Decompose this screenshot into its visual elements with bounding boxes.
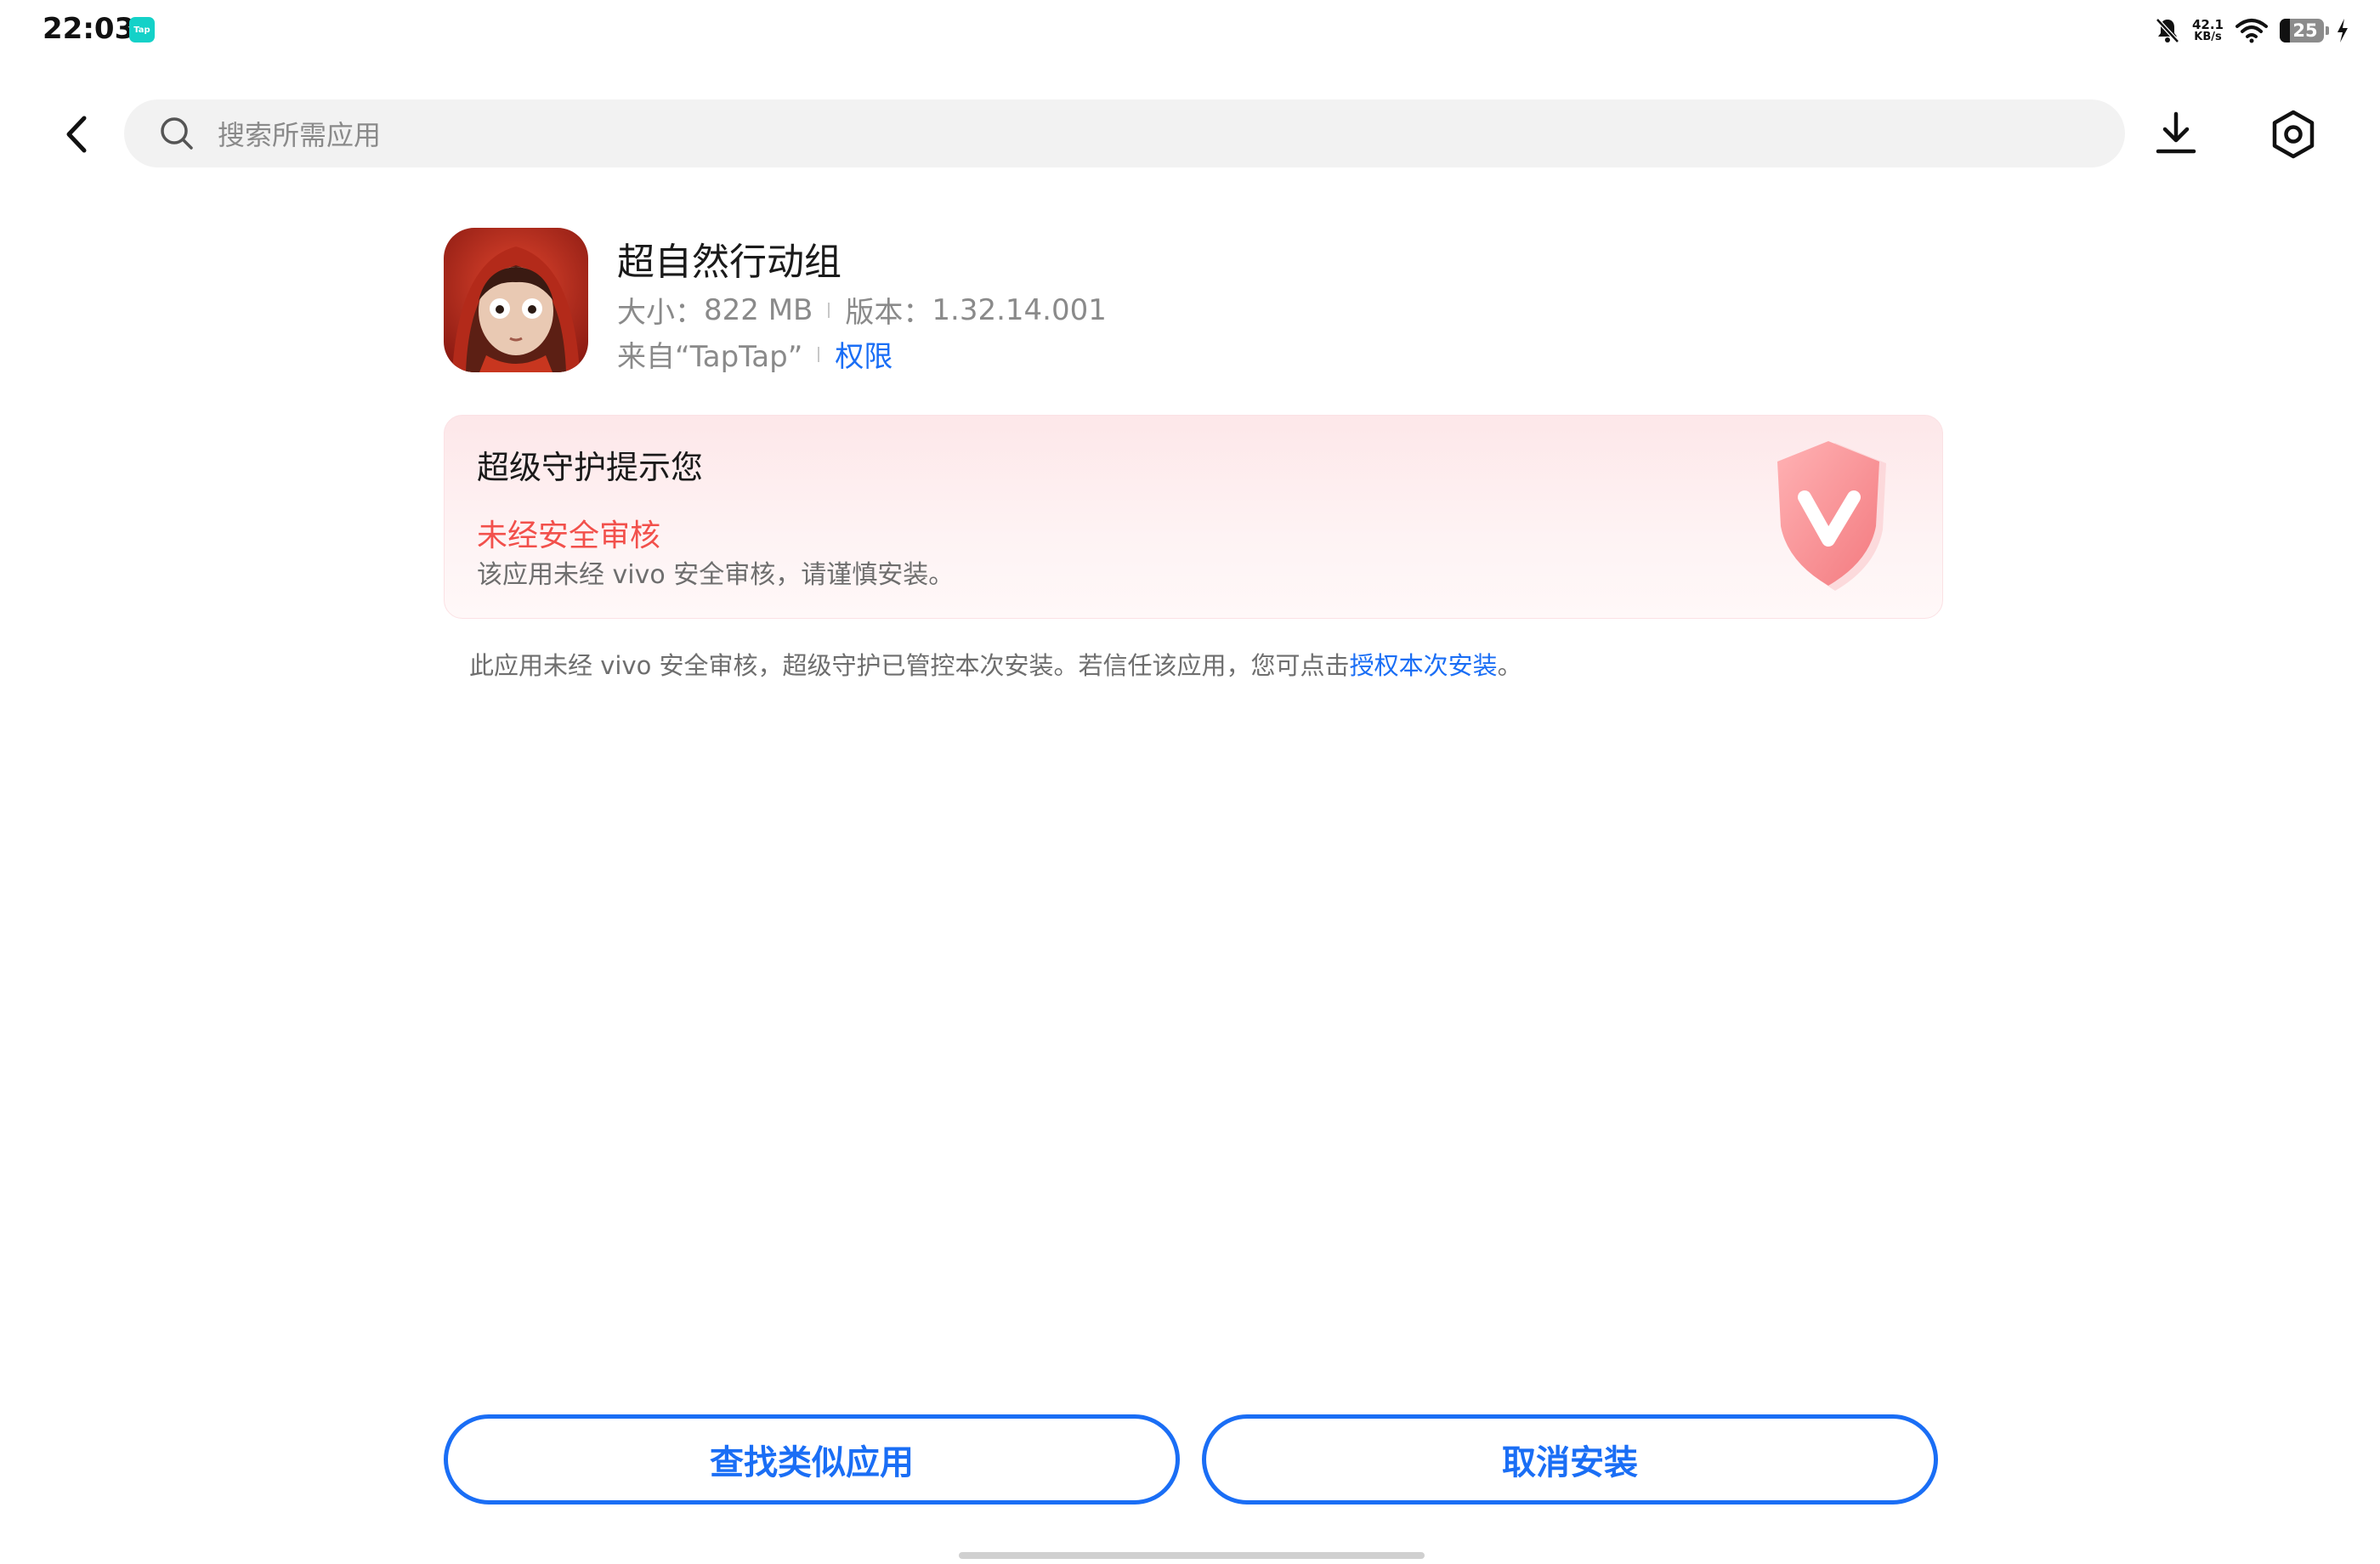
settings-hexagon-icon: [2272, 110, 2315, 159]
network-speed-unit: KB/s: [2194, 31, 2222, 43]
notice-text: 此应用未经 vivo 安全审核，超级守护已管控本次安装。若信任该应用，您可点击: [469, 651, 1350, 680]
search-bar[interactable]: 搜索所需应用: [124, 99, 2125, 167]
cancel-install-button[interactable]: 取消安装: [1202, 1414, 1938, 1504]
warning-description: 该应用未经 vivo 安全审核，请谨慎安装。: [477, 560, 955, 590]
back-button[interactable]: [51, 109, 102, 160]
find-similar-apps-button[interactable]: 查找类似应用: [444, 1414, 1180, 1504]
home-indicator[interactable]: [959, 1552, 1425, 1559]
app-icon: [444, 228, 588, 372]
status-time: 22:03: [42, 12, 135, 46]
shield-icon: [1777, 441, 1886, 591]
size-label: 大小：: [617, 296, 704, 330]
warning-subtitle: 未经安全审核: [477, 518, 661, 553]
download-icon: [2156, 111, 2196, 154]
meta-divider: [828, 302, 830, 318]
warning-title: 超级守护提示您: [477, 449, 704, 486]
source-divider: [818, 346, 820, 362]
app-source-row: 来自“TapTap” 权限: [617, 333, 892, 375]
notice-suffix: 。: [1497, 651, 1522, 680]
security-warning-card: 超级守护提示您 未经安全审核 该应用未经 vivo 安全审核，请谨慎安装。: [444, 415, 1943, 619]
version-value: 1.32.14.001: [932, 292, 1107, 327]
chevron-left-icon: [66, 116, 87, 153]
wifi-icon: [2236, 19, 2268, 43]
app-name: 超自然行动组: [617, 241, 842, 284]
charging-icon: [2338, 19, 2348, 42]
version-label: 版本：: [845, 296, 932, 330]
search-placeholder: 搜索所需应用: [218, 119, 382, 151]
app-meta: 大小： 822 MB 版本： 1.32.14.001: [617, 289, 1107, 331]
app-character-icon: [444, 228, 588, 372]
size-value: 822 MB: [704, 292, 813, 327]
taptap-notification-icon: Tap: [129, 17, 155, 42]
network-speed-value: 42.1: [2191, 17, 2224, 32]
authorize-install-link[interactable]: 授权本次安装: [1350, 651, 1498, 680]
network-speed: 42.1 KB/s: [2191, 17, 2224, 43]
download-manager-button[interactable]: [2150, 107, 2202, 158]
bell-muted-icon: [2156, 18, 2179, 43]
permissions-link[interactable]: 权限: [835, 333, 892, 375]
search-icon: [161, 117, 193, 150]
settings-button[interactable]: [2266, 107, 2320, 162]
app-source: 来自“TapTap”: [617, 340, 803, 374]
battery-indicator: 25: [2280, 19, 2329, 42]
battery-level: 25: [2292, 20, 2318, 41]
install-notice: 此应用未经 vivo 安全审核，超级守护已管控本次安装。若信任该应用，您可点击授…: [469, 646, 1522, 682]
status-icons: 42.1 KB/s 25: [2155, 12, 2349, 49]
